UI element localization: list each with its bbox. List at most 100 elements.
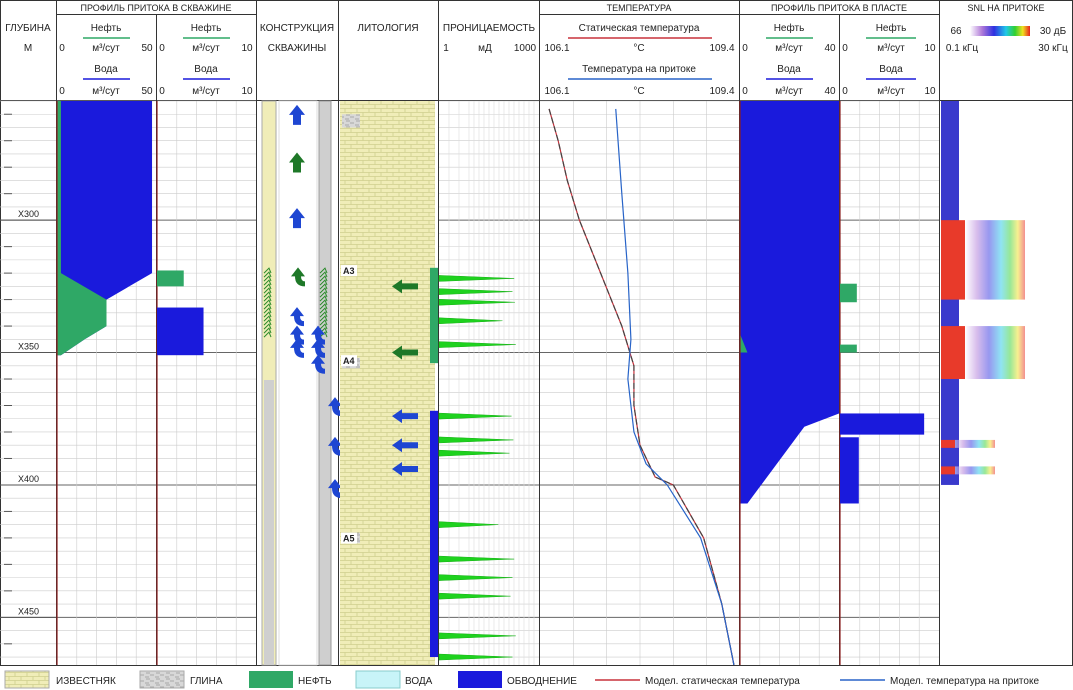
layer-label: А3: [343, 266, 355, 276]
legend-clay: ГЛИНА: [190, 676, 223, 687]
res-left-oil-min: 0: [742, 43, 748, 54]
permeability-title: ПРОНИЦАЕМОСТЬ: [443, 23, 536, 34]
permeability-spike: [438, 298, 515, 306]
snl-spread-band: [955, 439, 995, 448]
legend-watering-swatch: [458, 671, 502, 688]
res-left-oil-max: 40: [824, 43, 836, 54]
depth-tick-label: X300: [18, 209, 39, 219]
lithology-clay-lens: [342, 114, 360, 128]
depth-unit: М: [24, 43, 32, 54]
res-left-water-unit: м³/сут: [775, 86, 803, 97]
res-left-water-label: Вода: [777, 64, 801, 75]
res-right-water-label: Вода: [879, 64, 903, 75]
wellbore: [278, 100, 318, 666]
depth-tick-label: X450: [18, 606, 39, 616]
permeability-spike: [438, 317, 503, 325]
snl-title: SNL НА ПРИТОКЕ: [968, 3, 1045, 13]
static-temperature-model-curve: [548, 108, 735, 666]
legend-water-swatch: [355, 670, 401, 689]
permeability-max: 1000: [514, 43, 537, 54]
res-right-oil-min: 0: [842, 43, 848, 54]
legend-watering: ОБВОДНЕНИЕ: [507, 676, 577, 687]
res-right-water-max: 10: [924, 86, 936, 97]
lithology-oil-band: [430, 267, 438, 364]
permeability-unit: мД: [478, 43, 492, 54]
well-log-chart: ГЛУБИНА М ПРОФИЛЬ ПРИТОКА В СКВАЖИНЕ Неф…: [0, 0, 1073, 689]
legend-water: ВОДА: [405, 676, 433, 687]
temperature-unit-1: °С: [633, 43, 644, 54]
well-right-oil-unit: м³/сут: [192, 43, 220, 54]
well-left-oil-min: 0: [59, 43, 65, 54]
depth-tick-label: X350: [18, 342, 39, 352]
layer-label: А4: [343, 356, 355, 366]
permeability-min: 1: [443, 43, 449, 54]
permeability-spike: [438, 275, 515, 282]
well-left-water-max: 50: [141, 86, 153, 97]
snl-hot-band: [941, 326, 965, 380]
legend-limestone-swatch: [4, 670, 50, 689]
temperature-title: ТЕМПЕРАТУРА: [607, 3, 672, 13]
layer-label: А5: [343, 534, 355, 544]
permeability-spike: [438, 288, 513, 295]
snl-hot-band: [941, 220, 965, 300]
snl-hot-band: [941, 466, 955, 475]
snl-f-min: 0.1 кГц: [946, 43, 978, 54]
well-left-oil-label: Нефть: [91, 22, 122, 34]
casing-right-wall: [318, 100, 332, 666]
well-right-water-label: Вода: [194, 64, 218, 75]
construction-title-1: КОНСТРУКЦИЯ: [260, 23, 334, 34]
well-profile-title: ПРОФИЛЬ ПРИТОКА В СКВАЖИНЕ: [81, 3, 232, 13]
well-left-oil-max: 50: [141, 43, 153, 54]
reservoir-water-bar: [840, 437, 859, 504]
snl-db-max: 30 дБ: [1040, 26, 1067, 37]
res-left-water-min: 0: [742, 86, 748, 97]
lithology-water-band: [430, 410, 438, 658]
snl-hot-band: [941, 439, 955, 448]
lithology-title: ЛИТОЛОГИЯ: [357, 23, 418, 34]
construction-title-2: СКВАЖИНЫ: [268, 43, 327, 54]
res-right-oil-label: Нефть: [876, 22, 907, 34]
res-left-water-max: 40: [824, 86, 836, 97]
well-left-water-unit: м³/сут: [92, 86, 120, 97]
lithology-limestone: [340, 101, 435, 665]
snl-color-scale: [970, 26, 1030, 36]
reservoir-water-cumulative: [740, 101, 839, 504]
res-left-oil-unit: м³/сут: [775, 43, 803, 54]
well-left-water-min: 0: [59, 86, 65, 97]
legend-static-model: Модел. статическая температура: [645, 676, 800, 687]
legend-oil-swatch: [249, 671, 293, 688]
permeability-spike: [438, 653, 513, 661]
snl-spread-band: [965, 220, 1025, 300]
temperature-unit-2: °С: [633, 86, 644, 97]
legend-inflow-model: Модел. температура на притоке: [890, 676, 1039, 687]
casing-left-lower: [264, 380, 274, 665]
permeability-spike: [438, 592, 511, 600]
temperature-min-2: 106.1: [544, 86, 569, 97]
legend-limestone: ИЗВЕСТНЯК: [56, 676, 116, 687]
res-right-water-min: 0: [842, 86, 848, 97]
temperature-min-1: 106.1: [544, 43, 569, 54]
temperature-inflow-label: Температура на притоке: [582, 64, 696, 75]
permeability-spike: [438, 412, 512, 420]
well-water-bar: [157, 307, 204, 356]
well-right-oil-label: Нефть: [191, 22, 222, 34]
depth-tick-label: X400: [18, 474, 39, 484]
well-right-water-unit: м³/сут: [192, 86, 220, 97]
reservoir-oil-bar: [840, 283, 857, 303]
well-oil-bar: [157, 270, 184, 287]
well-left-oil-unit: м³/сут: [92, 43, 120, 54]
reservoir-oil-bar: [840, 344, 857, 353]
temperature-max-2: 109.4: [709, 86, 734, 97]
res-right-water-unit: м³/сут: [877, 86, 905, 97]
permeability-spike: [438, 436, 514, 444]
temperature-static-label: Статическая температура: [579, 23, 700, 34]
permeability-spike: [438, 521, 499, 528]
well-right-water-max: 10: [241, 86, 253, 97]
snl-spread-band: [955, 466, 995, 475]
legend-clay-swatch: [139, 670, 185, 689]
permeability-spike: [438, 574, 513, 581]
permeability-spike: [438, 555, 515, 563]
reservoir-profile-title: ПРОФИЛЬ ПРИТОКА В ПЛАСТЕ: [771, 3, 907, 13]
res-right-oil-max: 10: [924, 43, 936, 54]
legend-oil: НЕФТЬ: [298, 676, 332, 687]
